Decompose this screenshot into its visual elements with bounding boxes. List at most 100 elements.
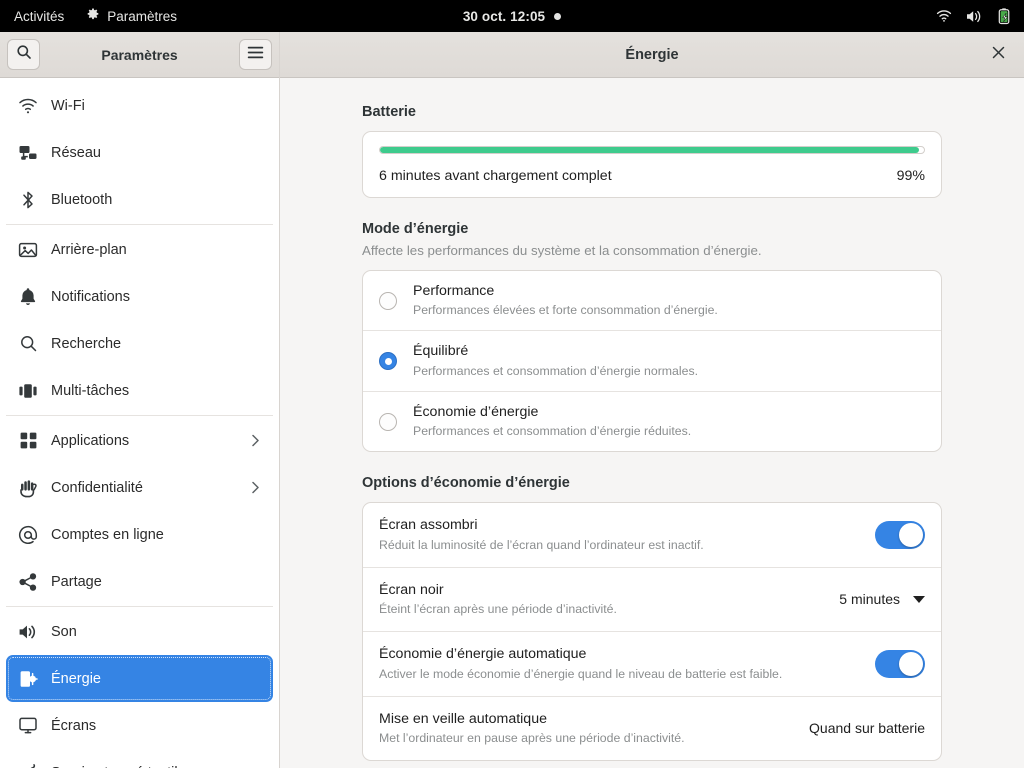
- power-saving-label: Économie d’énergie automatique: [379, 645, 863, 663]
- sidebar-item-crans[interactable]: Écrans: [6, 702, 273, 749]
- content-pane: Énergie Batterie 6 minutes avant: [280, 32, 1024, 768]
- search-button[interactable]: [7, 39, 40, 70]
- app-menu-label: Paramètres: [107, 9, 177, 24]
- power-mode-card: Performance Performances élevées et forte…: [362, 270, 942, 452]
- sidebar-item-nergie[interactable]: Énergie: [6, 655, 273, 702]
- power-saving-row[interactable]: Écran noirÉteint l’écran après une pério…: [363, 567, 941, 631]
- sidebar-item-confidentialit[interactable]: Confidentialité: [6, 464, 273, 511]
- mouse-icon: [17, 762, 39, 768]
- chevron-down-icon: [913, 596, 925, 603]
- battery-card: 6 minutes avant chargement complet 99%: [362, 131, 942, 198]
- system-status-area[interactable]: [936, 0, 1012, 32]
- battery-level-bar: [379, 146, 925, 154]
- sidebar-header: Paramètres: [0, 32, 279, 78]
- activities-label: Activités: [14, 9, 64, 24]
- radio-button[interactable]: [379, 352, 397, 370]
- sidebar-title: Paramètres: [0, 47, 279, 63]
- sidebar-item-r-seau[interactable]: Réseau: [6, 129, 273, 176]
- power-saving-row[interactable]: Écran assombriRéduit la luminosité de l’…: [363, 503, 941, 566]
- sidebar-item-label: Partage: [51, 574, 102, 590]
- close-button[interactable]: [986, 32, 1010, 77]
- sidebar-item-multi-t-ches[interactable]: Multi-tâches: [6, 367, 273, 414]
- sidebar-item-souris-et-pav-tactile[interactable]: Souris et pavé tactile: [6, 749, 273, 768]
- power-saving-description: Met l’ordinateur en pause après une péri…: [379, 731, 797, 747]
- power-saving-row[interactable]: Économie d’énergie automatique Activer le…: [363, 631, 941, 695]
- sidebar-item-recherche[interactable]: Recherche: [6, 320, 273, 367]
- sidebar-item-bluetooth[interactable]: Bluetooth: [6, 176, 273, 223]
- sidebar-item-label: Réseau: [51, 145, 101, 161]
- power-mode-text: ÉquilibréPerformances et consommation d’…: [413, 342, 925, 379]
- sidebar-item-wi-fi[interactable]: Wi-Fi: [6, 82, 273, 129]
- sidebar-separator: [6, 224, 273, 225]
- bluetooth-icon: [17, 189, 39, 211]
- battery-section-title: Batterie: [362, 104, 942, 120]
- toggle-switch[interactable]: [875, 521, 925, 549]
- sidebar-item-label: Comptes en ligne: [51, 527, 164, 543]
- sidebar-item-label: Applications: [51, 433, 129, 449]
- power-saving-card: Écran assombriRéduit la luminosité de l’…: [362, 502, 942, 761]
- sidebar-item-label: Écrans: [51, 718, 96, 734]
- power-saving-description: Éteint l’écran après une période d’inact…: [379, 602, 827, 618]
- volume-icon: [966, 9, 983, 24]
- battery-percent: 99%: [897, 168, 925, 184]
- power-mode-description: Performances élevées et forte consommati…: [413, 303, 925, 319]
- toggle-knob: [899, 523, 923, 547]
- dropdown-value: 5 minutes: [839, 591, 900, 607]
- sidebar-item-label: Son: [51, 624, 77, 640]
- at-sign-icon: [17, 524, 39, 546]
- notification-dot-icon: [554, 13, 561, 20]
- gear-icon: [86, 8, 100, 25]
- monitor-icon: [17, 715, 39, 737]
- search-icon: [17, 333, 39, 355]
- sidebar-item-son[interactable]: Son: [6, 608, 273, 655]
- chevron-right-icon: [249, 480, 262, 495]
- sidebar-item-arri-re-plan[interactable]: Arrière-plan: [6, 226, 273, 273]
- power-mode-text: Performance Performances élevées et forte…: [413, 282, 925, 319]
- sidebar: Paramètres Wi-Fi Réseau BluetoothArrière-p…: [0, 32, 280, 768]
- sidebar-item-applications[interactable]: Applications: [6, 417, 273, 464]
- power-saving-section: Options d’économie d’énergie Écran assom…: [362, 475, 942, 761]
- power-mode-option[interactable]: ÉquilibréPerformances et consommation d’…: [363, 330, 941, 390]
- sidebar-item-list[interactable]: Wi-Fi Réseau BluetoothArrière-plan Notifica…: [0, 78, 279, 768]
- activities-button[interactable]: Activités: [14, 9, 64, 24]
- power-mode-title: Mode d’énergie: [362, 221, 942, 237]
- sidebar-item-notifications[interactable]: Notifications: [6, 273, 273, 320]
- main-menu-button[interactable]: [239, 39, 272, 70]
- close-icon: [992, 46, 1005, 64]
- radio-button[interactable]: [379, 292, 397, 310]
- multitasking-icon: [17, 380, 39, 402]
- power-mode-option[interactable]: Performance Performances élevées et forte…: [363, 271, 941, 330]
- power-saving-label: Écran assombri: [379, 516, 863, 534]
- toggle-switch[interactable]: [875, 650, 925, 678]
- sidebar-item-label: Multi-tâches: [51, 383, 129, 399]
- power-saving-title: Options d’économie d’énergie: [362, 475, 942, 491]
- power-battery-icon: [17, 668, 39, 690]
- sidebar-item-label: Wi-Fi: [51, 98, 85, 114]
- apps-grid-icon: [17, 430, 39, 452]
- battery-level-fill: [380, 147, 919, 153]
- power-mode-description: Performances et consommation d’énergie n…: [413, 364, 925, 380]
- hand-privacy-icon: [17, 477, 39, 499]
- share-icon: [17, 571, 39, 593]
- hamburger-menu-icon: [247, 46, 264, 64]
- dropdown-button[interactable]: 5 minutes: [839, 591, 925, 607]
- app-menu-button[interactable]: Paramètres: [86, 8, 177, 25]
- power-mode-label: Économie d’énergie: [413, 403, 925, 421]
- battery-section: Batterie 6 minutes avant chargement comp…: [362, 104, 942, 198]
- power-saving-description: Activer le mode économie d’énergie quand…: [379, 667, 863, 683]
- clock-label: 30 oct. 12:05: [463, 9, 545, 24]
- clock-button[interactable]: 30 oct. 12:05: [463, 9, 561, 24]
- sidebar-item-comptes-en-ligne[interactable]: Comptes en ligne: [6, 511, 273, 558]
- power-mode-option[interactable]: Économie d’énergie Performances et consom…: [363, 391, 941, 451]
- wifi-icon: [17, 95, 39, 117]
- radio-button[interactable]: [379, 413, 397, 431]
- power-saving-row[interactable]: Mise en veille automatique Met l’ordinate…: [363, 696, 941, 760]
- sidebar-item-label: Notifications: [51, 289, 130, 305]
- network-icon: [17, 142, 39, 164]
- power-mode-label: Performance: [413, 282, 925, 300]
- power-saving-label: Mise en veille automatique: [379, 710, 797, 728]
- sidebar-item-partage[interactable]: Partage: [6, 558, 273, 605]
- power-mode-description: Performances et consommation d’énergie r…: [413, 424, 925, 440]
- sidebar-item-label: Confidentialité: [51, 480, 143, 496]
- chevron-right-icon: [249, 433, 262, 448]
